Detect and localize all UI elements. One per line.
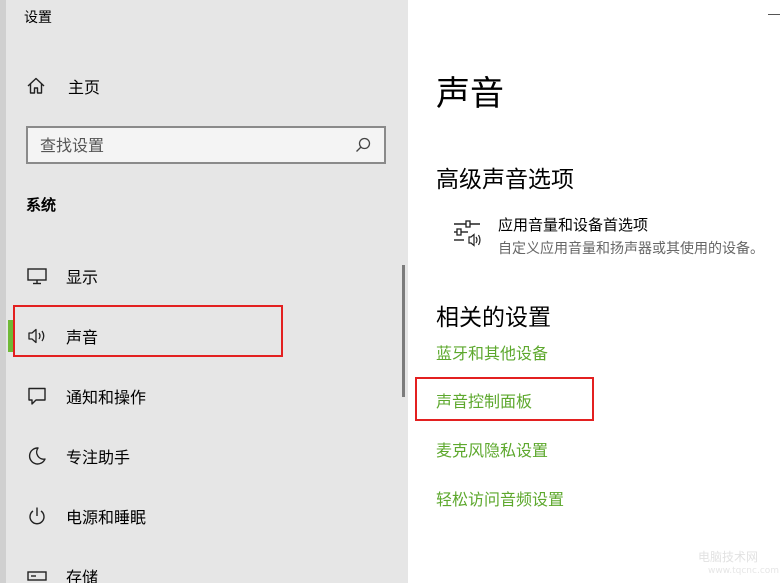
sidebar-item-sound[interactable]: 声音 (8, 311, 398, 361)
storage-icon (26, 565, 48, 583)
page-title: 声音 (436, 74, 504, 114)
search-icon[interactable] (354, 136, 372, 154)
app-volume-title: 应用音量和设备首选项 (498, 216, 649, 234)
sidebar-item-power-sleep[interactable]: 电源和睡眠 (8, 491, 398, 541)
power-icon (26, 505, 48, 527)
sidebar-item-label: 电源和睡眠 (66, 508, 147, 527)
sidebar-item-label: 专注助手 (66, 448, 131, 467)
sidebar-scrollbar[interactable] (402, 265, 405, 397)
sidebar-item-label: 通知和操作 (66, 388, 147, 407)
minimize-button[interactable] (768, 14, 780, 15)
sidebar-item-display[interactable]: 显示 (8, 251, 398, 301)
sliders-speaker-icon (454, 220, 481, 247)
related-settings-heading: 相关的设置 (436, 305, 551, 331)
app-volume-preferences[interactable]: 应用音量和设备首选项 自定义应用音量和扬声器或其使用的设备。 (452, 214, 780, 262)
sidebar-item-focus-assist[interactable]: 专注助手 (8, 431, 398, 481)
sidebar-edge (0, 0, 6, 583)
app-volume-subtitle: 自定义应用音量和扬声器或其使用的设备。 (498, 241, 764, 257)
search-input[interactable] (40, 135, 354, 155)
watermark-url: www.tqcnc.com (708, 566, 780, 576)
home-icon (27, 77, 45, 94)
link-ease-of-access-audio[interactable]: 轻松访问音频设置 (436, 486, 564, 510)
sidebar-item-notifications[interactable]: 通知和操作 (8, 371, 398, 421)
speaker-icon (26, 325, 48, 347)
sidebar-item-label: 声音 (66, 328, 99, 347)
sidebar: 设置 主页 系统 显示 声音 通知和操作 (0, 0, 408, 583)
sidebar-item-label: 存储 (66, 568, 99, 583)
moon-icon (26, 445, 48, 467)
notification-icon (26, 385, 48, 407)
link-microphone-privacy[interactable]: 麦克风隐私设置 (436, 437, 548, 461)
sidebar-item-home[interactable]: 主页 (26, 74, 100, 98)
search-box[interactable] (26, 126, 386, 164)
link-bluetooth-devices[interactable]: 蓝牙和其他设备 (436, 340, 548, 364)
main-content: 声音 高级声音选项 应用音量和设备首选项 自定义应用音量和扬声器或其使用的设备。… (408, 0, 780, 583)
link-sound-control-panel[interactable]: 声音控制面板 (436, 388, 532, 412)
advanced-sound-heading: 高级声音选项 (436, 167, 574, 193)
sidebar-item-label: 显示 (66, 268, 99, 287)
sidebar-item-storage[interactable]: 存储 (8, 551, 398, 583)
window-title: 设置 (24, 10, 52, 26)
section-label-system: 系统 (26, 196, 57, 214)
watermark: 电脑技术网 (698, 550, 759, 564)
active-indicator (8, 320, 13, 352)
monitor-icon (26, 265, 48, 287)
home-label: 主页 (68, 78, 101, 97)
